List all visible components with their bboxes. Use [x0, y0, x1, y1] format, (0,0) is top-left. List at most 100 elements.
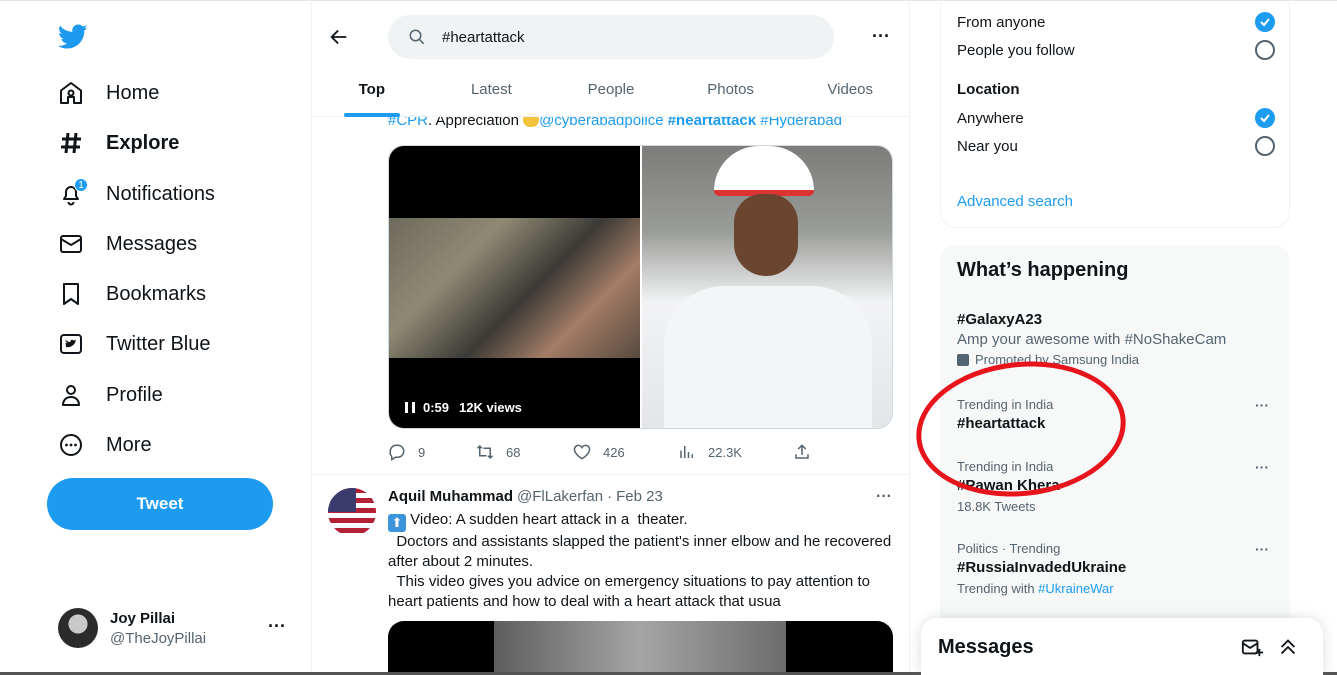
- analytics-icon: [680, 446, 693, 458]
- filter-from-anyone[interactable]: From anyone: [957, 10, 1275, 34]
- trend-with: Trending with #UkraineWar: [957, 581, 1277, 596]
- search-filters: From anyone People you follow Location A…: [940, 0, 1290, 228]
- filter-people-you-follow[interactable]: People you follow: [957, 38, 1275, 62]
- tweet-media[interactable]: 0:59 12K views: [388, 145, 893, 429]
- nav-explore[interactable]: Explore: [58, 125, 179, 161]
- radio-unchecked-icon[interactable]: [1255, 40, 1275, 60]
- reply-count: 9: [418, 444, 426, 460]
- nav-more[interactable]: More: [58, 427, 152, 463]
- more-circle-icon: [58, 432, 84, 458]
- tab-people[interactable]: People: [551, 72, 671, 117]
- tweet-more-icon[interactable]: ···: [876, 488, 892, 506]
- retweet-count: 68: [506, 444, 521, 460]
- search-more-icon[interactable]: ···: [872, 26, 890, 47]
- account-switcher[interactable]: Joy Pillai @TheJoyPillai ···: [58, 606, 298, 650]
- reply-icon: [389, 444, 405, 461]
- video-player[interactable]: 0:59 12K views: [389, 146, 640, 428]
- filter-label: Near you: [957, 137, 1018, 155]
- search-input[interactable]: [442, 28, 802, 46]
- envelope-icon: [58, 231, 84, 257]
- trend-item[interactable]: Trending in India #Pawan Khera 18.8K Twe…: [957, 459, 1277, 514]
- video-frame: [494, 621, 786, 672]
- tweet-author-name[interactable]: Aquil Muhammad: [388, 488, 513, 505]
- right-sidebar: From anyone People you follow Location A…: [910, 0, 1337, 672]
- radio-unchecked-icon[interactable]: [1255, 136, 1275, 156]
- nav-messages[interactable]: Messages: [58, 226, 197, 262]
- tweet-author-avatar[interactable]: [328, 488, 376, 536]
- twitter-blue-icon: [58, 331, 84, 357]
- filter-label: Anywhere: [957, 109, 1024, 127]
- home-icon: [58, 80, 84, 106]
- filter-heading-location: Location: [957, 81, 1020, 98]
- trend-item[interactable]: Trending in India #heartattack ···: [957, 397, 1277, 432]
- radio-checked-icon[interactable]: [1255, 108, 1275, 128]
- new-message-icon[interactable]: [1241, 636, 1263, 658]
- trend-tag: #Pawan Khera: [957, 477, 1060, 494]
- nav-notifications[interactable]: 1 Notifications: [58, 176, 215, 212]
- share-icon: [795, 444, 809, 459]
- trend-context: Trending in India: [957, 459, 1054, 474]
- account-name: Joy Pillai: [110, 609, 176, 627]
- messages-drawer[interactable]: Messages: [921, 618, 1323, 675]
- share-button[interactable]: [793, 443, 811, 461]
- tweet-video[interactable]: [388, 621, 893, 672]
- tweet-date[interactable]: Feb 23: [616, 488, 663, 505]
- nav-label-messages: Messages: [106, 232, 198, 255]
- search-results-column: #CPR. Appreciation @cyberabadpolice #hea…: [311, 0, 910, 672]
- nav-twitter-blue[interactable]: Twitter Blue: [58, 326, 210, 362]
- promoted-by: Promoted by Samsung India: [975, 352, 1140, 367]
- pause-icon[interactable]: [405, 402, 415, 413]
- tweet-body-line1: Video: A sudden heart attack in a theate…: [406, 511, 688, 528]
- notification-badge: 1: [74, 178, 88, 192]
- bell-icon: 1: [58, 178, 88, 207]
- radio-checked-icon[interactable]: [1255, 12, 1275, 32]
- tweet-button[interactable]: Tweet: [47, 478, 273, 530]
- filter-near-you[interactable]: Near you: [957, 134, 1275, 158]
- tweet-photo[interactable]: [642, 146, 892, 428]
- search-box[interactable]: [388, 15, 834, 59]
- flag-canton: [328, 488, 356, 512]
- bookmark-icon: [58, 281, 84, 307]
- tweet-separator: ·: [607, 488, 613, 505]
- account-handle: @TheJoyPillai: [110, 629, 207, 647]
- nav-label-twitter-blue: Twitter Blue: [106, 332, 211, 355]
- promoted-icon: [957, 353, 969, 366]
- twitter-bird-icon[interactable]: [58, 24, 88, 50]
- video-meta: 0:59 12K views: [405, 400, 522, 415]
- search-tabs: Top Latest People Photos Videos: [312, 72, 909, 117]
- nav-profile[interactable]: Profile: [58, 377, 163, 413]
- reply-button[interactable]: 9: [388, 443, 425, 461]
- promoted-trend[interactable]: #GalaxyA23 Amp your awesome with #NoShak…: [957, 308, 1277, 367]
- person-icon: [58, 382, 84, 408]
- expand-chevron-icon[interactable]: [1277, 636, 1299, 658]
- nav-bookmarks[interactable]: Bookmarks: [58, 276, 206, 312]
- trend-item[interactable]: Politics · Trending #RussiaInvadedUkrain…: [957, 541, 1277, 596]
- photo-uniform: [664, 286, 872, 428]
- retweet-button[interactable]: 68: [476, 443, 520, 461]
- trend-more-icon[interactable]: ···: [1255, 397, 1269, 413]
- nav-home[interactable]: Home: [58, 75, 159, 111]
- tweet-author-handle[interactable]: @FlLakerfan: [517, 488, 603, 505]
- nav-label-profile: Profile: [106, 383, 163, 406]
- trend-more-icon[interactable]: ···: [1255, 459, 1269, 475]
- views-button[interactable]: 22.3K: [678, 443, 742, 461]
- trend-tag: #RussiaInvadedUkraine: [957, 559, 1127, 576]
- filter-anywhere[interactable]: Anywhere: [957, 106, 1275, 130]
- trend-tag: #GalaxyA23: [957, 311, 1043, 328]
- account-more-icon[interactable]: ···: [268, 616, 286, 637]
- tab-latest[interactable]: Latest: [432, 72, 552, 117]
- trend-with-tag[interactable]: #UkraineWar: [1038, 581, 1113, 596]
- account-info: Joy Pillai @TheJoyPillai: [110, 610, 206, 647]
- heart-icon: [573, 444, 591, 460]
- nav-label-more: More: [106, 433, 152, 456]
- like-button[interactable]: 426: [573, 443, 625, 461]
- tab-photos[interactable]: Photos: [671, 72, 791, 117]
- back-arrow-icon[interactable]: [328, 26, 350, 48]
- tweet-body-rest: Doctors and assistants slapped the patie…: [388, 533, 892, 610]
- trend-with-label: Trending with: [957, 581, 1039, 596]
- like-count: 426: [603, 444, 625, 460]
- tab-top[interactable]: Top: [312, 72, 432, 117]
- tab-videos[interactable]: Videos: [790, 72, 909, 117]
- advanced-search-link[interactable]: Advanced search: [957, 193, 1073, 210]
- trend-more-icon[interactable]: ···: [1255, 541, 1269, 557]
